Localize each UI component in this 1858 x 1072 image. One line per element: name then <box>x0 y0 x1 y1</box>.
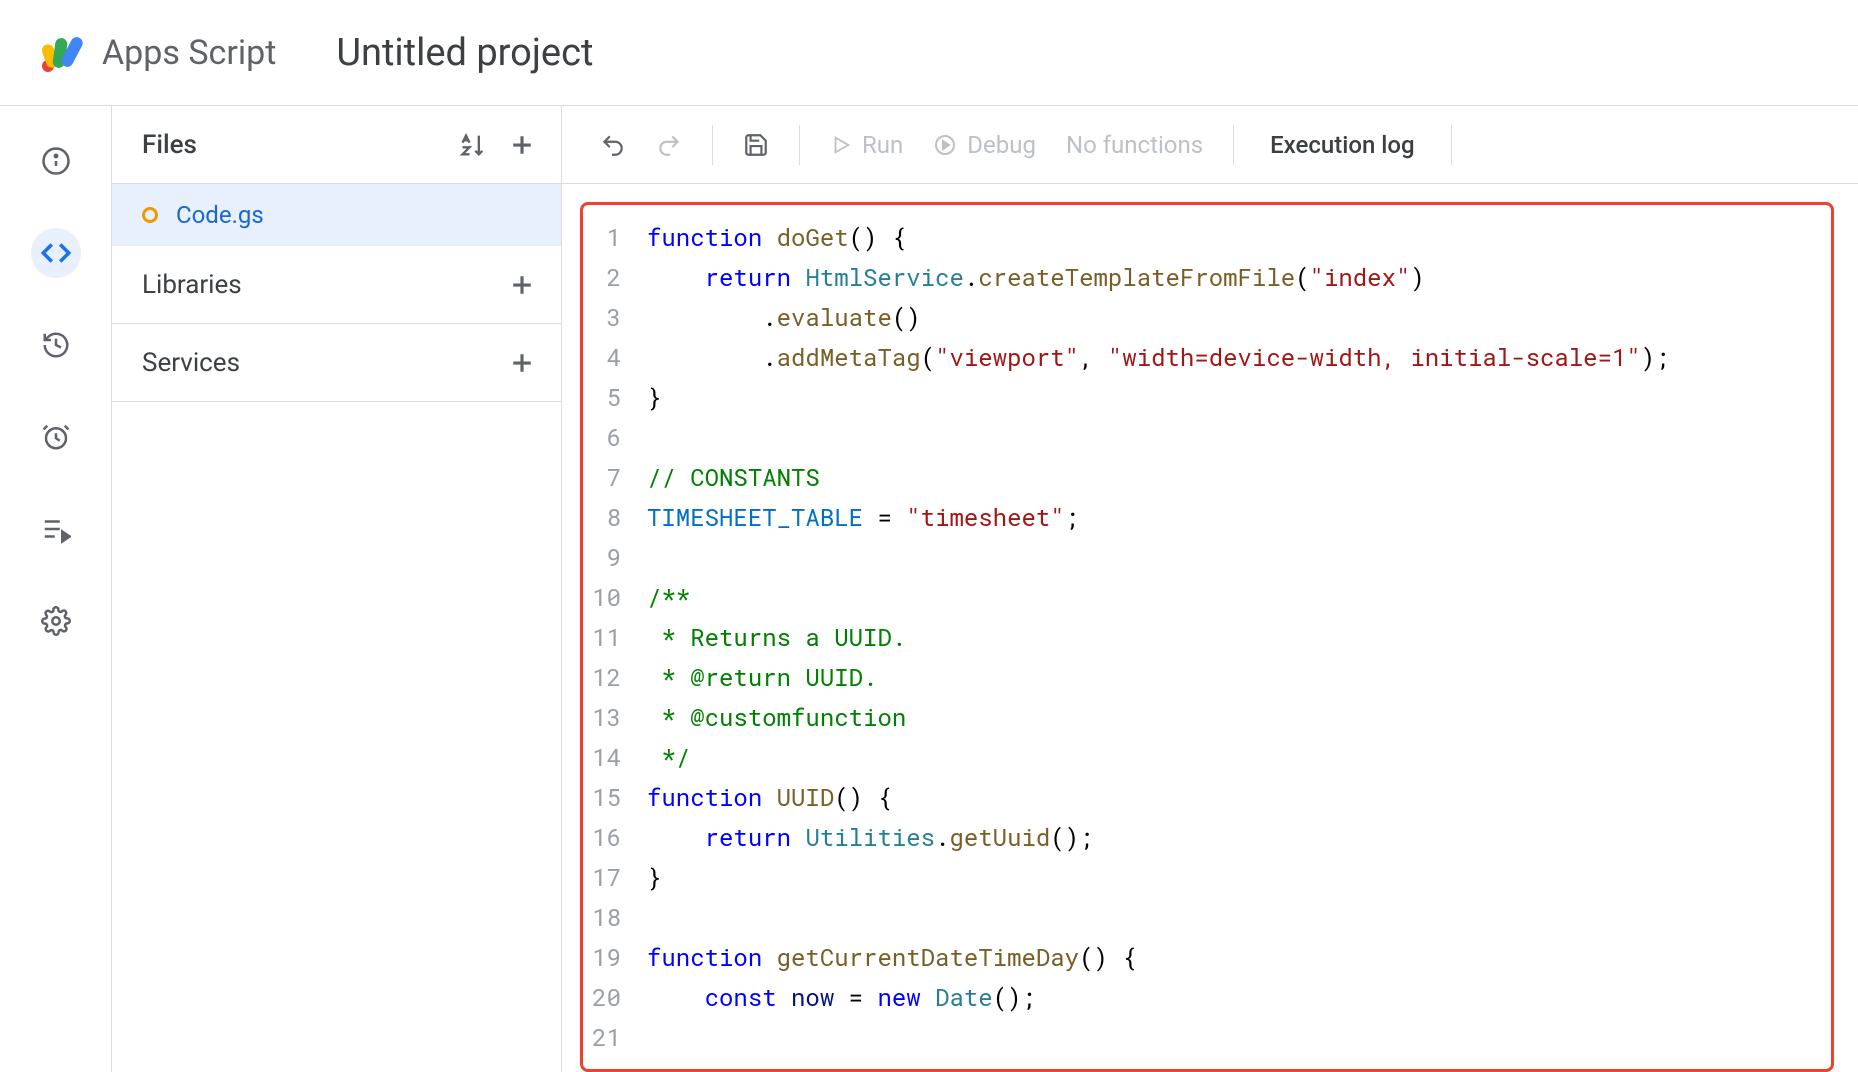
add-library-button[interactable] <box>507 270 537 300</box>
editor-highlight-frame: 123456789101112131415161718192021 functi… <box>580 202 1834 1072</box>
project-title[interactable]: Untitled project <box>336 31 593 75</box>
nav-triggers[interactable] <box>31 412 81 462</box>
playlist-play-icon <box>41 514 71 544</box>
add-service-button[interactable] <box>507 348 537 378</box>
code-icon <box>39 236 73 270</box>
services-section: Services <box>112 324 561 402</box>
nav-executions[interactable] <box>31 504 81 554</box>
plus-icon <box>507 130 537 160</box>
code-editor[interactable]: 123456789101112131415161718192021 functi… <box>591 217 1823 1057</box>
function-selector[interactable]: No functions <box>1054 123 1215 167</box>
services-label: Services <box>142 348 240 378</box>
content: Run Debug No functions Execution log 123… <box>562 106 1858 1072</box>
toolbar-separator <box>712 125 713 165</box>
main: Files Code.gs Libraries Services <box>0 106 1858 1072</box>
nav-settings[interactable] <box>31 596 81 646</box>
nav-editor[interactable] <box>31 228 81 278</box>
redo-icon <box>656 132 682 158</box>
info-icon <box>41 146 71 176</box>
save-icon <box>743 132 769 158</box>
toolbar-separator <box>1233 125 1234 165</box>
no-functions-label: No functions <box>1066 131 1203 159</box>
add-file-button[interactable] <box>507 130 537 160</box>
plus-icon <box>507 270 537 300</box>
debug-label: Debug <box>967 131 1036 159</box>
files-label: Files <box>142 130 197 160</box>
header: Apps Script Untitled project <box>0 0 1858 106</box>
libraries-section: Libraries <box>112 246 561 324</box>
file-item-code-gs[interactable]: Code.gs <box>112 184 561 246</box>
toolbar: Run Debug No functions Execution log <box>562 106 1858 184</box>
nav-history[interactable] <box>31 320 81 370</box>
sort-button[interactable] <box>459 131 487 159</box>
undo-icon <box>600 132 626 158</box>
alarm-icon <box>41 422 71 452</box>
history-icon <box>41 330 71 360</box>
editor-wrap: 123456789101112131415161718192021 functi… <box>562 184 1858 1072</box>
files-header: Files <box>112 106 561 184</box>
debug-button[interactable]: Debug <box>921 123 1048 167</box>
file-name: Code.gs <box>176 201 264 229</box>
run-label: Run <box>862 131 903 159</box>
plus-icon <box>507 348 537 378</box>
undo-button[interactable] <box>588 124 638 166</box>
line-gutter: 123456789101112131415161718192021 <box>591 217 647 1057</box>
code-area[interactable]: function doGet() { return HtmlService.cr… <box>647 217 1823 1057</box>
gear-icon <box>41 606 71 636</box>
toolbar-separator <box>799 125 800 165</box>
run-button[interactable]: Run <box>818 123 915 167</box>
libraries-label: Libraries <box>142 270 242 300</box>
debug-icon <box>933 133 957 157</box>
sidebar: Files Code.gs Libraries Services <box>112 106 562 1072</box>
nav-overview[interactable] <box>31 136 81 186</box>
execution-log-button[interactable]: Execution log <box>1252 131 1433 159</box>
toolbar-separator <box>1451 125 1452 165</box>
apps-script-logo <box>36 28 86 78</box>
play-icon <box>830 134 852 156</box>
save-button[interactable] <box>731 124 781 166</box>
nav-rail <box>0 106 112 1072</box>
redo-button[interactable] <box>644 124 694 166</box>
app-name: Apps Script <box>102 33 276 73</box>
modified-indicator-icon <box>142 207 158 223</box>
sort-az-icon <box>459 131 487 159</box>
